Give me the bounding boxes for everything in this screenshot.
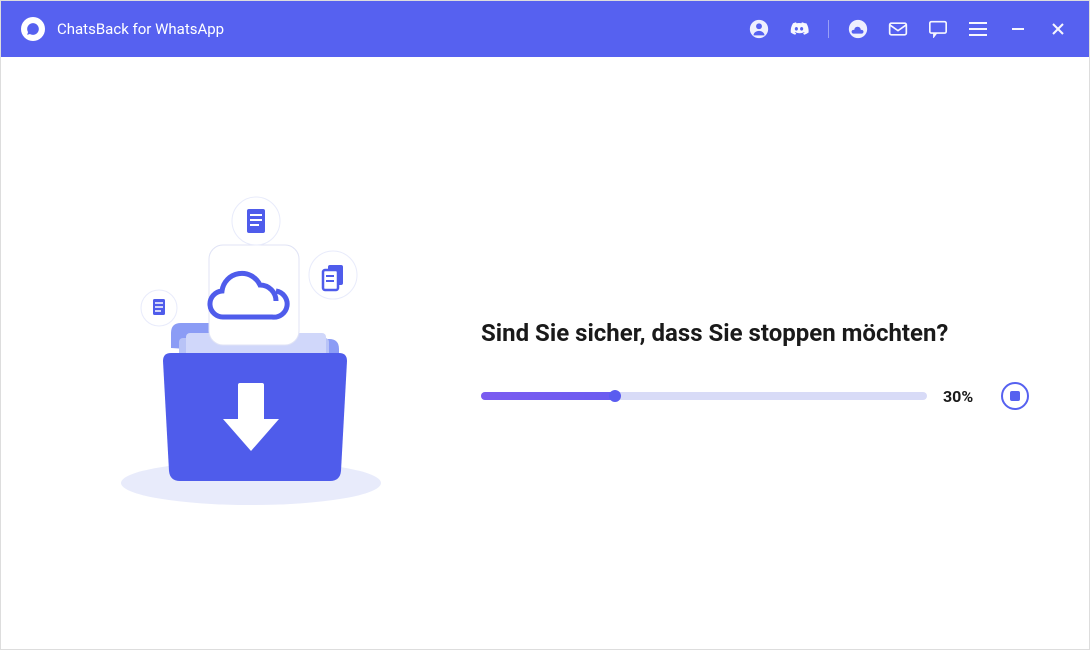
titlebar: ChatsBack for WhatsApp	[1, 1, 1089, 57]
titlebar-right	[748, 18, 1069, 40]
minimize-icon[interactable]	[1007, 18, 1029, 40]
download-illustration	[61, 163, 441, 543]
cloud-icon[interactable]	[847, 18, 869, 40]
progress-row: 30%	[481, 382, 1029, 410]
titlebar-left: ChatsBack for WhatsApp	[21, 17, 224, 41]
progress-bar	[481, 392, 927, 400]
progress-knob	[609, 390, 621, 402]
confirm-prompt: Sind Sie sicher, dass Sie stoppen möchte…	[481, 316, 1029, 351]
app-window: ChatsBack for WhatsApp	[0, 0, 1090, 650]
menu-icon[interactable]	[967, 18, 989, 40]
close-icon[interactable]	[1047, 18, 1069, 40]
right-panel: Sind Sie sicher, dass Sie stoppen möchte…	[441, 296, 1029, 411]
account-icon[interactable]	[748, 18, 770, 40]
stop-button[interactable]	[1001, 382, 1029, 410]
progress-fill	[481, 392, 615, 400]
app-title: ChatsBack for WhatsApp	[57, 20, 224, 38]
titlebar-divider	[828, 20, 829, 38]
discord-icon[interactable]	[788, 18, 810, 40]
stop-icon	[1010, 391, 1020, 401]
mail-icon[interactable]	[887, 18, 909, 40]
app-logo	[21, 17, 45, 41]
feedback-icon[interactable]	[927, 18, 949, 40]
progress-percent: 30%	[943, 387, 985, 406]
content-area: Sind Sie sicher, dass Sie stoppen möchte…	[1, 57, 1089, 649]
